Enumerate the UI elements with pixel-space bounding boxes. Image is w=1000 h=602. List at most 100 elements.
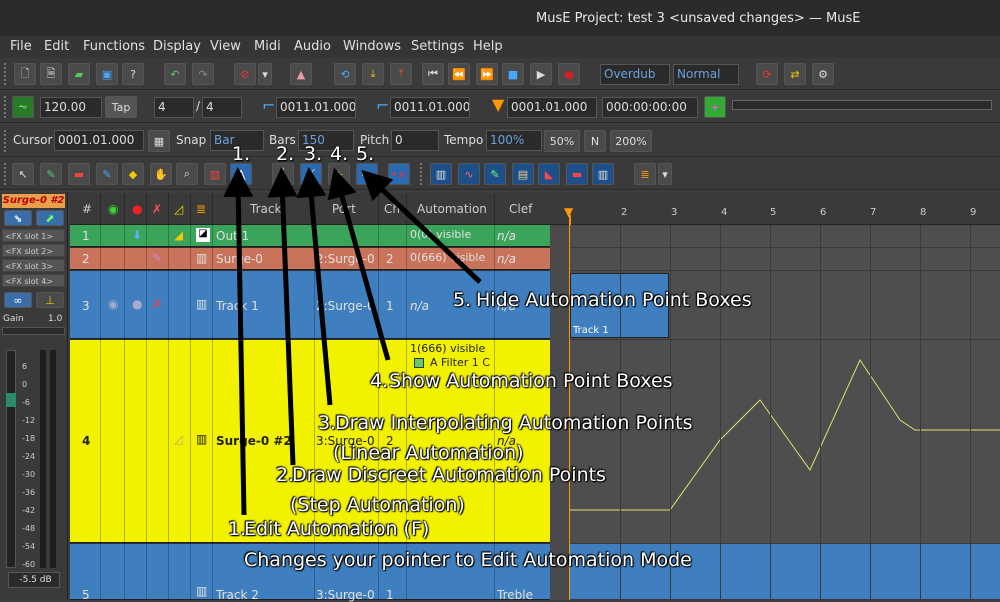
restart-audio-icon[interactable]: ⟳ <box>756 63 778 85</box>
track-lane[interactable] <box>570 248 1000 271</box>
col-port[interactable]: Port <box>332 202 356 216</box>
rewind-start-icon[interactable]: ⏮ <box>422 63 444 85</box>
col-num[interactable]: # <box>82 202 92 216</box>
mute-icon[interactable]: ◉ <box>108 297 118 311</box>
list-editor-icon[interactable]: ▤ <box>512 163 534 185</box>
track-clef[interactable]: n/a <box>497 252 516 266</box>
col-record-icon[interactable]: ● <box>132 202 142 216</box>
mute-tool-icon[interactable]: ▨ <box>204 163 226 185</box>
cursor-field[interactable]: 0001.01.000 <box>54 130 144 151</box>
fx-slot[interactable]: <FX slot 1> <box>2 229 65 242</box>
solo-icon[interactable]: ✗ <box>152 297 162 311</box>
master-editor-icon[interactable]: ▬ <box>566 163 588 185</box>
track-ch[interactable]: 2 <box>386 252 394 266</box>
redo-icon[interactable]: ↷ <box>192 63 214 85</box>
menu-settings[interactable]: Settings <box>411 39 464 54</box>
record-icon[interactable]: ● <box>558 63 580 85</box>
new-file-icon[interactable]: 🗋 <box>14 63 36 85</box>
eraser-tool-icon[interactable]: ▬ <box>68 163 90 185</box>
save-icon[interactable]: ▣ <box>96 63 118 85</box>
strip-name[interactable]: Surge-0 #2 <box>2 194 65 208</box>
track-port[interactable]: 2:Surge-0 <box>316 299 375 313</box>
whats-this-icon[interactable]: ? <box>122 63 144 85</box>
menu-display[interactable]: Display <box>153 39 201 54</box>
pianoroll-icon[interactable]: ▥ <box>430 163 452 185</box>
track-clef[interactable]: n/a <box>497 229 516 243</box>
track-name[interactable]: Track 1 <box>216 299 312 313</box>
track-name[interactable]: Out 1 <box>216 229 312 243</box>
tempo-percent-field[interactable]: 100% <box>486 130 542 151</box>
track-ch[interactable]: 1 <box>386 299 394 313</box>
fader-handle[interactable] <box>6 393 16 407</box>
edit-automation-tool-icon[interactable]: ⋀ <box>230 163 252 185</box>
toolbar-grip[interactable] <box>4 163 8 185</box>
time-sig-num[interactable]: 4 <box>154 97 194 118</box>
prefader-icon[interactable]: ⊥ <box>36 292 64 308</box>
position-slider[interactable] <box>732 100 992 110</box>
audio-settings-icon[interactable]: ⚙ <box>812 63 834 85</box>
glue-tool-icon[interactable]: ◆ <box>122 163 144 185</box>
loop-icon[interactable]: ⟲ <box>334 63 356 85</box>
pencil-tool-icon[interactable]: ✎ <box>40 163 62 185</box>
metronome-icon[interactable]: ▲ <box>290 63 312 85</box>
track-row[interactable]: 2 ✎ ▥ Surge-0 2:Surge-0 2 0(666) visible… <box>70 248 550 270</box>
grid-icon[interactable]: ▦ <box>148 130 170 152</box>
wave-editor-icon[interactable]: ∿ <box>458 163 480 185</box>
cycle-mode-select[interactable]: Normal <box>673 64 739 85</box>
fx-slot[interactable]: <FX slot 4> <box>2 274 65 287</box>
toolbar-grip[interactable] <box>4 130 8 152</box>
automation-param[interactable]: A Filter 1 C <box>430 356 490 369</box>
track-name[interactable]: Surge-0 #2 <box>216 434 312 448</box>
tempo-normal-button[interactable]: N <box>584 130 606 152</box>
menu-windows[interactable]: Windows <box>343 39 401 54</box>
menu-file[interactable]: File <box>10 39 32 54</box>
automation-color-swatch[interactable] <box>414 358 424 368</box>
midi-input-icon[interactable]: ⇄ <box>784 63 806 85</box>
drum-editor-icon[interactable]: ◣ <box>538 163 560 185</box>
time-field[interactable]: 000:00:00:00 <box>602 97 698 118</box>
menu-audio[interactable]: Audio <box>294 39 331 54</box>
track-automation[interactable]: n/a <box>410 299 429 313</box>
zoom-tool-icon[interactable]: ⌕ <box>176 163 198 185</box>
col-type-icon[interactable]: ◿ <box>174 202 183 216</box>
pan-knob[interactable] <box>2 327 65 335</box>
menu-help[interactable]: Help <box>473 39 503 54</box>
interpolate-automation-icon[interactable]: ⟋ <box>300 163 322 185</box>
fx-slot[interactable]: <FX slot 2> <box>2 244 65 257</box>
track-row[interactable]: 1 ⬇ ◢ ◪ Out 1 0(0) visible n/a <box>70 225 550 247</box>
play-icon[interactable]: ▶ <box>530 63 552 85</box>
track-automation[interactable]: 0(666) visible <box>410 251 485 264</box>
tempo-50-button[interactable]: 50% <box>544 130 580 152</box>
pitch-field[interactable]: 0 <box>391 130 439 151</box>
toolbar-grip[interactable] <box>4 96 8 118</box>
fader-track[interactable] <box>6 350 16 568</box>
arranger-canvas[interactable]: ▼ 2 3 4 5 6 7 8 9 Track 1 <box>550 193 1000 600</box>
undo-icon[interactable]: ↶ <box>164 63 186 85</box>
col-solo-icon[interactable]: ✗ <box>152 202 162 216</box>
col-track[interactable]: Track <box>250 202 281 216</box>
panic-dropdown-icon[interactable]: ▾ <box>258 63 272 85</box>
fast-forward-icon[interactable]: ⏩ <box>476 63 498 85</box>
toolbar-grip[interactable] <box>4 63 8 85</box>
pointer-tool-icon[interactable]: ↖ <box>12 163 34 185</box>
color-dropdown-icon[interactable]: ▾ <box>658 163 672 185</box>
punch-in-icon[interactable]: ⤓ <box>362 63 384 85</box>
punch-out-icon[interactable]: ⤒ <box>390 63 412 85</box>
timeline-ruler[interactable]: ▼ 2 3 4 5 6 7 8 9 <box>550 193 1000 225</box>
menu-edit[interactable]: Edit <box>44 39 69 54</box>
cut-tool-icon[interactable]: ✎ <box>96 163 118 185</box>
track-name[interactable]: Surge-0 <box>216 252 312 266</box>
fx-slot[interactable]: <FX slot 3> <box>2 259 65 272</box>
color-menu-icon[interactable]: ≣ <box>634 163 656 185</box>
open-folder-icon[interactable]: ▰ <box>68 63 90 85</box>
tempo-track-icon[interactable]: ⏦ <box>12 96 34 118</box>
time-sig-den[interactable]: 4 <box>202 97 242 118</box>
stereo-icon[interactable]: ∞ <box>4 292 32 308</box>
strip-route-icon[interactable]: ⬊ <box>4 210 32 226</box>
tempo-field[interactable]: 120.00 <box>40 97 102 118</box>
col-mute-icon[interactable]: ◉ <box>108 202 118 216</box>
show-automation-boxes-icon[interactable]: + <box>328 163 350 185</box>
col-automation[interactable]: Automation <box>417 202 487 216</box>
track-automation[interactable]: 0(0) visible <box>410 228 471 241</box>
keyboard-icon[interactable]: ▥ <box>592 163 614 185</box>
